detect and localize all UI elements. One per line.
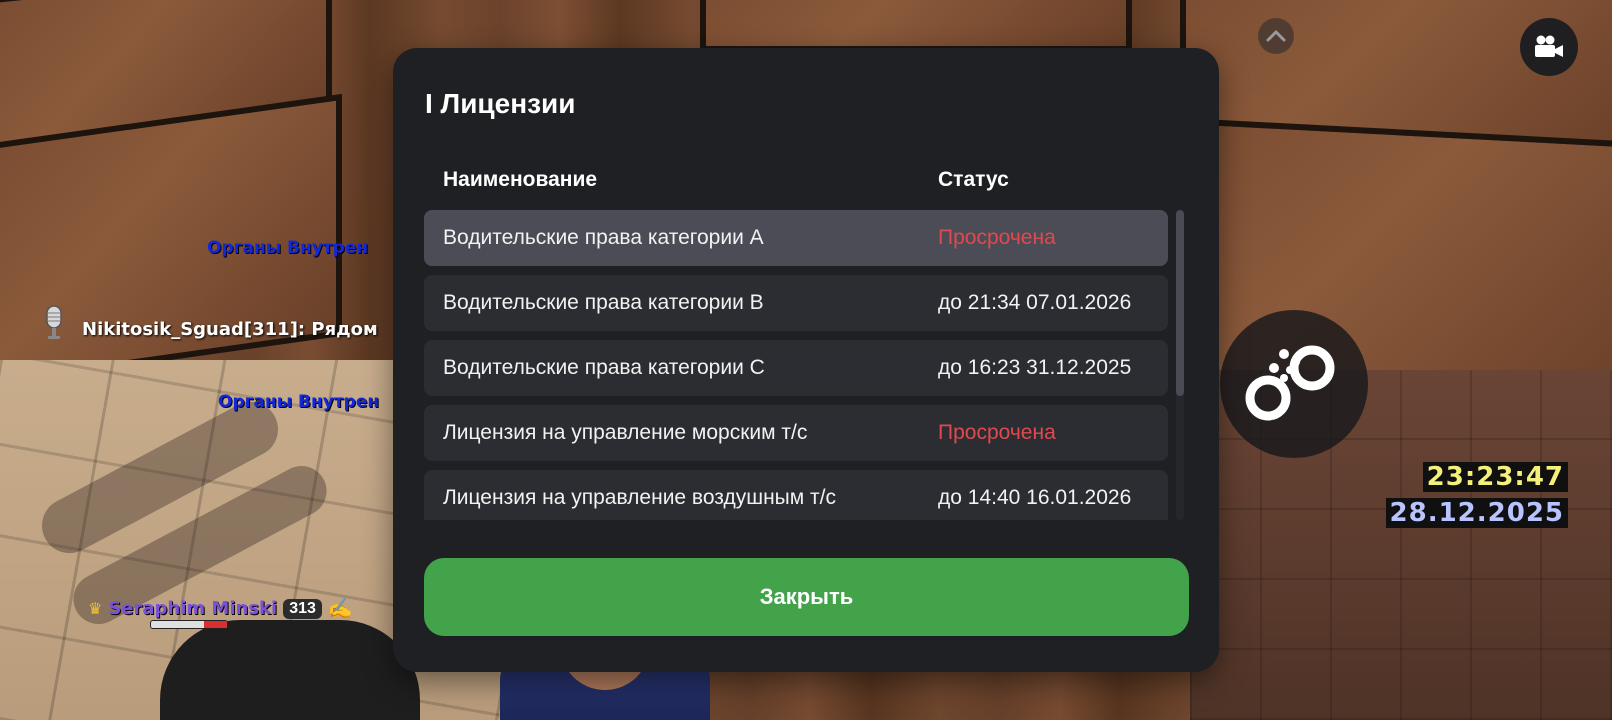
dialog-title: I Лицензии [425,88,576,119]
license-name: Лицензия на управление воздушным т/с [443,486,836,509]
license-row[interactable]: Лицензия на управление морским т/с Проср… [424,405,1168,461]
faction-label: Органы Внутрен [218,392,380,412]
column-header-status: Статус [938,168,1009,191]
faction-label: Органы Внутрен [207,238,369,258]
chevron-up-button[interactable] [1258,18,1294,54]
license-row[interactable]: Водительские права категории C до 16:23 … [424,340,1168,396]
wall-panel [700,0,1132,52]
license-name: Водительские права категории B [443,291,764,314]
player-name: Seraphim Minski [108,598,278,619]
clock-date: 28.12.2025 [1385,498,1568,528]
chevron-up-icon [1266,30,1286,42]
player-id-badge: 313 [283,598,322,619]
license-row[interactable]: Водительские права категории B до 21:34 … [424,275,1168,331]
license-row[interactable]: Водительские права категории A Просрочен… [424,210,1168,266]
camera-icon [1535,35,1563,57]
licenses-list[interactable]: Водительские права категории A Просрочен… [424,210,1168,520]
camera-button[interactable] [1520,18,1578,76]
licenses-dialog: I Лицензии Наименование Статус Водительс… [393,48,1219,672]
close-button[interactable]: Закрыть [424,558,1189,636]
license-name: Водительские права категории C [443,356,765,379]
character-backpack [160,620,420,720]
scrollbar-thumb[interactable] [1176,210,1184,396]
player-health-bar [150,620,228,629]
writing-hand-icon: ✍ [327,598,353,620]
player-speech: Nikitosik_Sguad[311]: Рядом [82,319,378,340]
license-status: Просрочена [938,421,1056,444]
license-status: до 16:23 31.12.2025 [938,356,1132,379]
license-name: Водительские права категории A [443,226,764,249]
handcuffs-button[interactable] [1220,310,1368,458]
column-header-name: Наименование [443,168,598,191]
license-row[interactable]: Лицензия на управление воздушным т/с до … [424,470,1168,520]
license-status: Просрочена [938,226,1056,249]
license-status: до 14:40 16.01.2026 [938,486,1132,509]
crown-icon: ♛ [88,600,103,618]
player-nametag: ♛ Seraphim Minski 313 ✍ [88,596,353,621]
license-name: Лицензия на управление морским т/с [443,421,808,444]
list-scrollbar[interactable] [1176,210,1184,520]
microphone-icon [46,305,62,339]
license-status: до 21:34 07.01.2026 [938,291,1132,314]
game-clock: 23:23:47 28.12.2025 [1385,462,1568,528]
player-health-fill [204,621,227,628]
clock-time: 23:23:47 [1422,462,1568,492]
handcuffs-icon [1245,345,1335,421]
